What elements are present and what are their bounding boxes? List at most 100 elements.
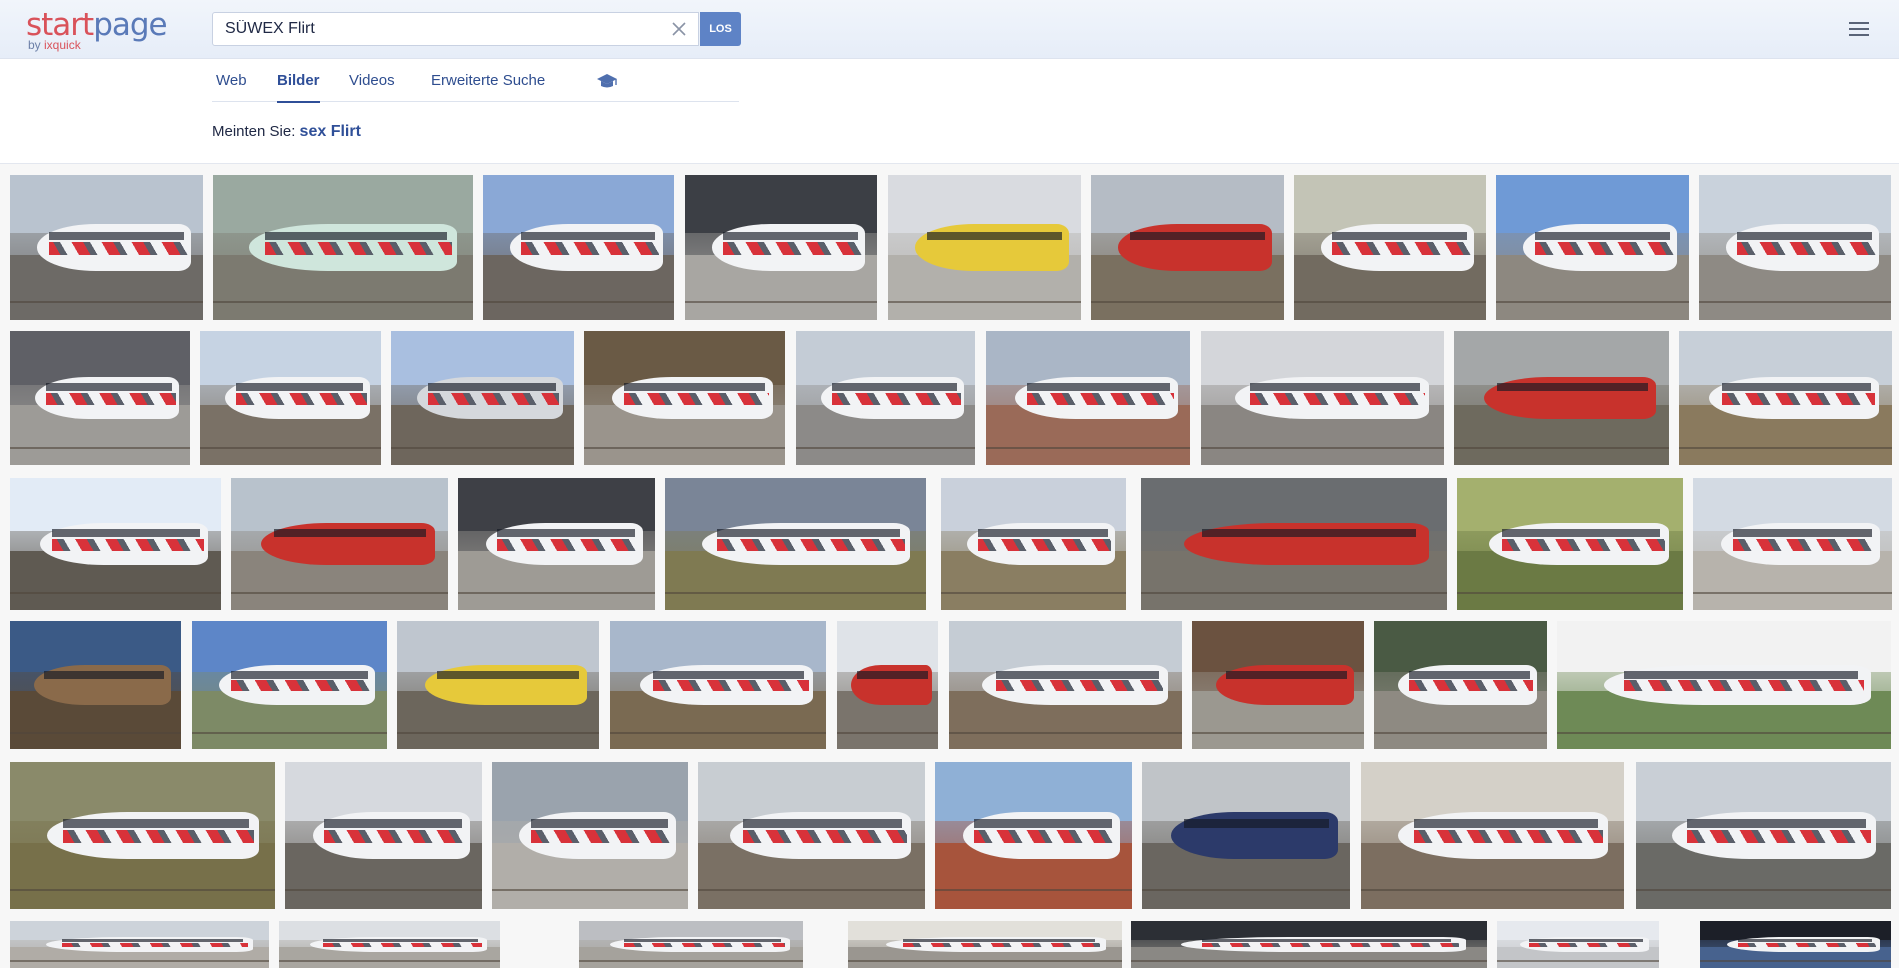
image-result[interactable] bbox=[1496, 175, 1689, 320]
image-detail bbox=[10, 960, 269, 963]
image-detail bbox=[1502, 529, 1661, 538]
image-result[interactable] bbox=[1361, 762, 1624, 909]
image-detail bbox=[1183, 819, 1330, 829]
image-result[interactable] bbox=[213, 175, 473, 320]
image-detail bbox=[717, 529, 900, 538]
image-detail bbox=[48, 231, 184, 241]
image-detail bbox=[796, 446, 975, 449]
tab-bilder[interactable]: Bilder bbox=[277, 72, 320, 103]
image-result[interactable] bbox=[192, 621, 387, 749]
graduation-cap-icon[interactable] bbox=[596, 72, 618, 90]
image-result[interactable] bbox=[1131, 921, 1487, 968]
top-bar: startpage by ixquick LOS bbox=[0, 0, 1899, 59]
image-detail bbox=[1408, 670, 1530, 679]
image-result[interactable] bbox=[1192, 621, 1364, 749]
image-result[interactable] bbox=[579, 921, 803, 968]
image-detail bbox=[1454, 446, 1669, 449]
image-result[interactable] bbox=[483, 175, 674, 320]
image-result[interactable] bbox=[1636, 762, 1891, 909]
close-icon[interactable] bbox=[670, 20, 688, 38]
image-detail bbox=[1202, 529, 1417, 538]
tab-erweiterte-suche[interactable]: Erweiterte Suche bbox=[431, 72, 545, 89]
image-result[interactable] bbox=[1294, 175, 1486, 320]
image-result[interactable] bbox=[492, 762, 688, 909]
image-result[interactable] bbox=[1454, 331, 1669, 465]
image-detail bbox=[1129, 231, 1265, 241]
tab-videos[interactable]: Videos bbox=[349, 72, 395, 89]
search-input[interactable] bbox=[213, 13, 653, 45]
startpage-logo[interactable]: startpage by ixquick bbox=[26, 7, 168, 52]
image-result[interactable] bbox=[698, 762, 925, 909]
image-result[interactable] bbox=[1091, 175, 1284, 320]
image-result[interactable] bbox=[685, 175, 877, 320]
image-result[interactable] bbox=[1201, 331, 1444, 465]
search-button[interactable]: LOS bbox=[700, 12, 741, 46]
image-result[interactable] bbox=[837, 621, 938, 749]
image-detail bbox=[848, 960, 1122, 963]
image-detail bbox=[1636, 889, 1891, 892]
image-detail bbox=[1534, 231, 1670, 241]
image-detail bbox=[610, 731, 826, 734]
image-result[interactable] bbox=[1693, 478, 1892, 610]
image-result[interactable] bbox=[665, 478, 926, 610]
image-result[interactable] bbox=[1142, 762, 1350, 909]
image-detail bbox=[497, 529, 636, 538]
image-result[interactable] bbox=[584, 331, 785, 465]
did-you-mean-prefix: Meinten Sie: bbox=[212, 123, 300, 140]
image-result[interactable] bbox=[949, 621, 1182, 749]
image-result[interactable] bbox=[796, 331, 975, 465]
image-detail bbox=[10, 446, 190, 449]
image-detail bbox=[1699, 300, 1891, 303]
image-result[interactable] bbox=[1374, 621, 1547, 749]
image-result[interactable] bbox=[279, 921, 500, 968]
did-you-mean-suggestion[interactable]: sex Flirt bbox=[300, 123, 361, 140]
image-result[interactable] bbox=[888, 175, 1081, 320]
image-result[interactable] bbox=[10, 621, 181, 749]
image-result[interactable] bbox=[397, 621, 599, 749]
image-detail bbox=[1557, 731, 1891, 734]
image-result[interactable] bbox=[610, 621, 826, 749]
logo-wordmark: startpage bbox=[26, 7, 168, 43]
image-detail bbox=[427, 383, 556, 392]
image-detail bbox=[1142, 889, 1350, 892]
image-detail bbox=[986, 446, 1190, 449]
image-result[interactable] bbox=[10, 331, 190, 465]
image-result[interactable] bbox=[1679, 331, 1892, 465]
image-result[interactable] bbox=[10, 921, 269, 968]
image-result[interactable] bbox=[1457, 478, 1683, 610]
image-result[interactable] bbox=[10, 762, 275, 909]
image-result[interactable] bbox=[941, 478, 1126, 610]
image-result[interactable] bbox=[231, 478, 448, 610]
image-detail bbox=[1679, 446, 1892, 449]
image-detail bbox=[685, 300, 877, 303]
image-result[interactable] bbox=[458, 478, 655, 610]
image-result[interactable] bbox=[10, 175, 203, 320]
image-result[interactable] bbox=[1141, 478, 1447, 610]
image-result[interactable] bbox=[1699, 175, 1891, 320]
image-result[interactable] bbox=[986, 331, 1190, 465]
image-detail bbox=[1413, 819, 1598, 829]
image-detail bbox=[1623, 670, 1858, 679]
image-detail bbox=[665, 592, 926, 595]
image-result[interactable] bbox=[200, 331, 381, 465]
image-result[interactable] bbox=[1557, 621, 1891, 749]
image-detail bbox=[492, 889, 688, 892]
image-detail bbox=[974, 819, 1113, 829]
image-detail bbox=[653, 670, 805, 679]
image-detail bbox=[1141, 592, 1447, 595]
image-detail bbox=[10, 889, 275, 892]
hamburger-menu-icon[interactable] bbox=[1849, 21, 1869, 37]
image-detail bbox=[192, 731, 387, 734]
image-detail bbox=[1737, 231, 1872, 241]
image-result[interactable] bbox=[1497, 921, 1659, 968]
image-result[interactable] bbox=[285, 762, 482, 909]
image-result[interactable] bbox=[10, 478, 221, 610]
image-detail bbox=[437, 670, 579, 679]
image-result[interactable] bbox=[935, 762, 1132, 909]
image-detail bbox=[397, 731, 599, 734]
image-detail bbox=[285, 889, 482, 892]
tab-web[interactable]: Web bbox=[216, 72, 247, 89]
image-result[interactable] bbox=[848, 921, 1122, 968]
image-result[interactable] bbox=[1700, 921, 1891, 968]
image-result[interactable] bbox=[391, 331, 574, 465]
